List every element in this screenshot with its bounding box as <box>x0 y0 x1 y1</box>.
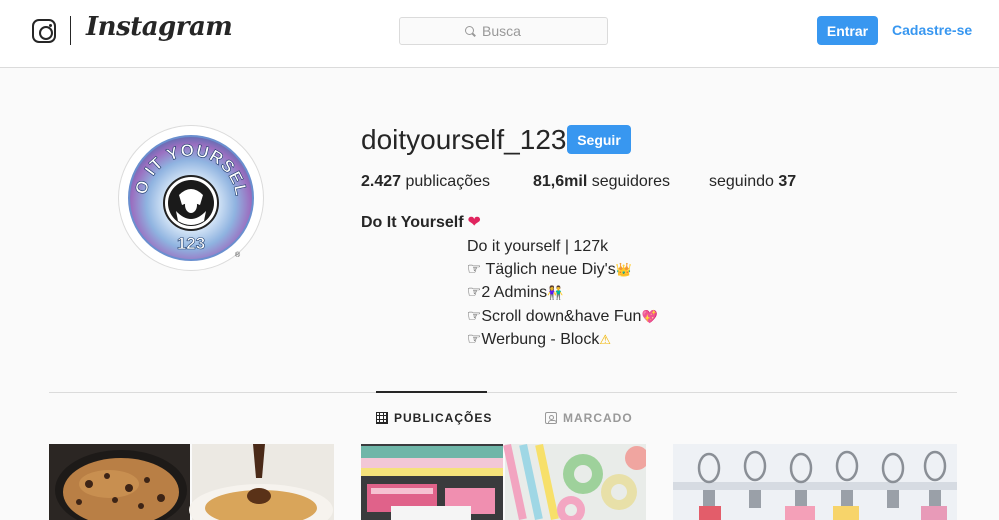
clip-hangers-image <box>673 444 957 520</box>
search-box[interactable] <box>399 17 608 45</box>
posts-stat: 2.427 publicações <box>361 173 490 191</box>
following-count: 37 <box>778 173 797 190</box>
following-label: seguindo <box>709 173 774 190</box>
cookie-skillet-image <box>49 444 334 520</box>
profile-username: doityourself_123 <box>361 124 567 155</box>
two-people-icon: 👫 <box>547 285 564 301</box>
nav-divider <box>70 16 71 45</box>
follow-button[interactable]: Seguir <box>567 125 631 154</box>
instagram-wordmark-logo[interactable]: Instagram <box>86 12 233 42</box>
posts-label: publicações <box>405 173 491 190</box>
instagram-camera-icon[interactable] <box>32 19 56 43</box>
tab-posts[interactable]: PUBLICAÇÕES <box>376 411 492 425</box>
tab-tagged[interactable]: MARCADO <box>545 411 633 425</box>
svg-text:123: 123 <box>177 234 205 253</box>
tabs-divider <box>49 392 957 393</box>
crown-icon: 👑 <box>615 262 632 278</box>
grid-icon <box>376 412 388 424</box>
followers-label: seguidores <box>591 173 670 190</box>
bio-line-5: ☞Werbung - Block⚠ <box>467 328 658 351</box>
search-input[interactable] <box>482 23 542 39</box>
profile-avatar[interactable]: DO IT YOURSELF 123 ® <box>118 125 264 271</box>
login-button[interactable]: Entrar <box>817 16 878 45</box>
avatar-logo-image: DO IT YOURSELF 123 ® <box>124 131 254 261</box>
bio-line-2: ☞ Täglich neue Diy's👑 <box>467 258 658 281</box>
post-thumbnail-washi-tape[interactable] <box>361 444 646 520</box>
svg-text:®: ® <box>235 251 241 259</box>
signup-link[interactable]: Cadastre-se <box>892 22 972 38</box>
bio-full-name: Do It Yourself ❤ <box>361 212 481 232</box>
tab-tagged-label: MARCADO <box>563 411 633 425</box>
post-thumbnail-cookie-skillet[interactable] <box>49 444 334 520</box>
bio-line-4: ☞Scroll down&have Fun💖 <box>467 305 658 328</box>
red-heart-icon: ❤ <box>467 214 481 231</box>
tagged-icon <box>545 412 557 424</box>
warning-icon: ⚠ <box>599 331 611 347</box>
followers-stat[interactable]: 81,6mil seguidores <box>533 173 670 191</box>
bio-line-3: ☞2 Admins👫 <box>467 281 658 304</box>
post-thumbnail-clip-hangers[interactable] <box>673 444 957 520</box>
following-stat[interactable]: seguindo 37 <box>709 173 796 191</box>
bio-name-text: Do It Yourself <box>361 214 464 231</box>
bio-line-1: Do it yourself | 127k <box>467 238 609 255</box>
search-icon <box>465 25 476 37</box>
active-tab-indicator <box>376 391 487 393</box>
bio-text: Do it yourself | 127k ☞ Täglich neue Diy… <box>467 235 658 351</box>
pink-heart-icon: 💖 <box>641 308 658 324</box>
followers-count: 81,6mil <box>533 173 588 190</box>
washi-tape-image <box>361 444 646 520</box>
posts-count: 2.427 <box>361 173 402 190</box>
top-nav-bar: Instagram Entrar Cadastre-se <box>0 0 999 68</box>
tab-posts-label: PUBLICAÇÕES <box>394 411 493 425</box>
